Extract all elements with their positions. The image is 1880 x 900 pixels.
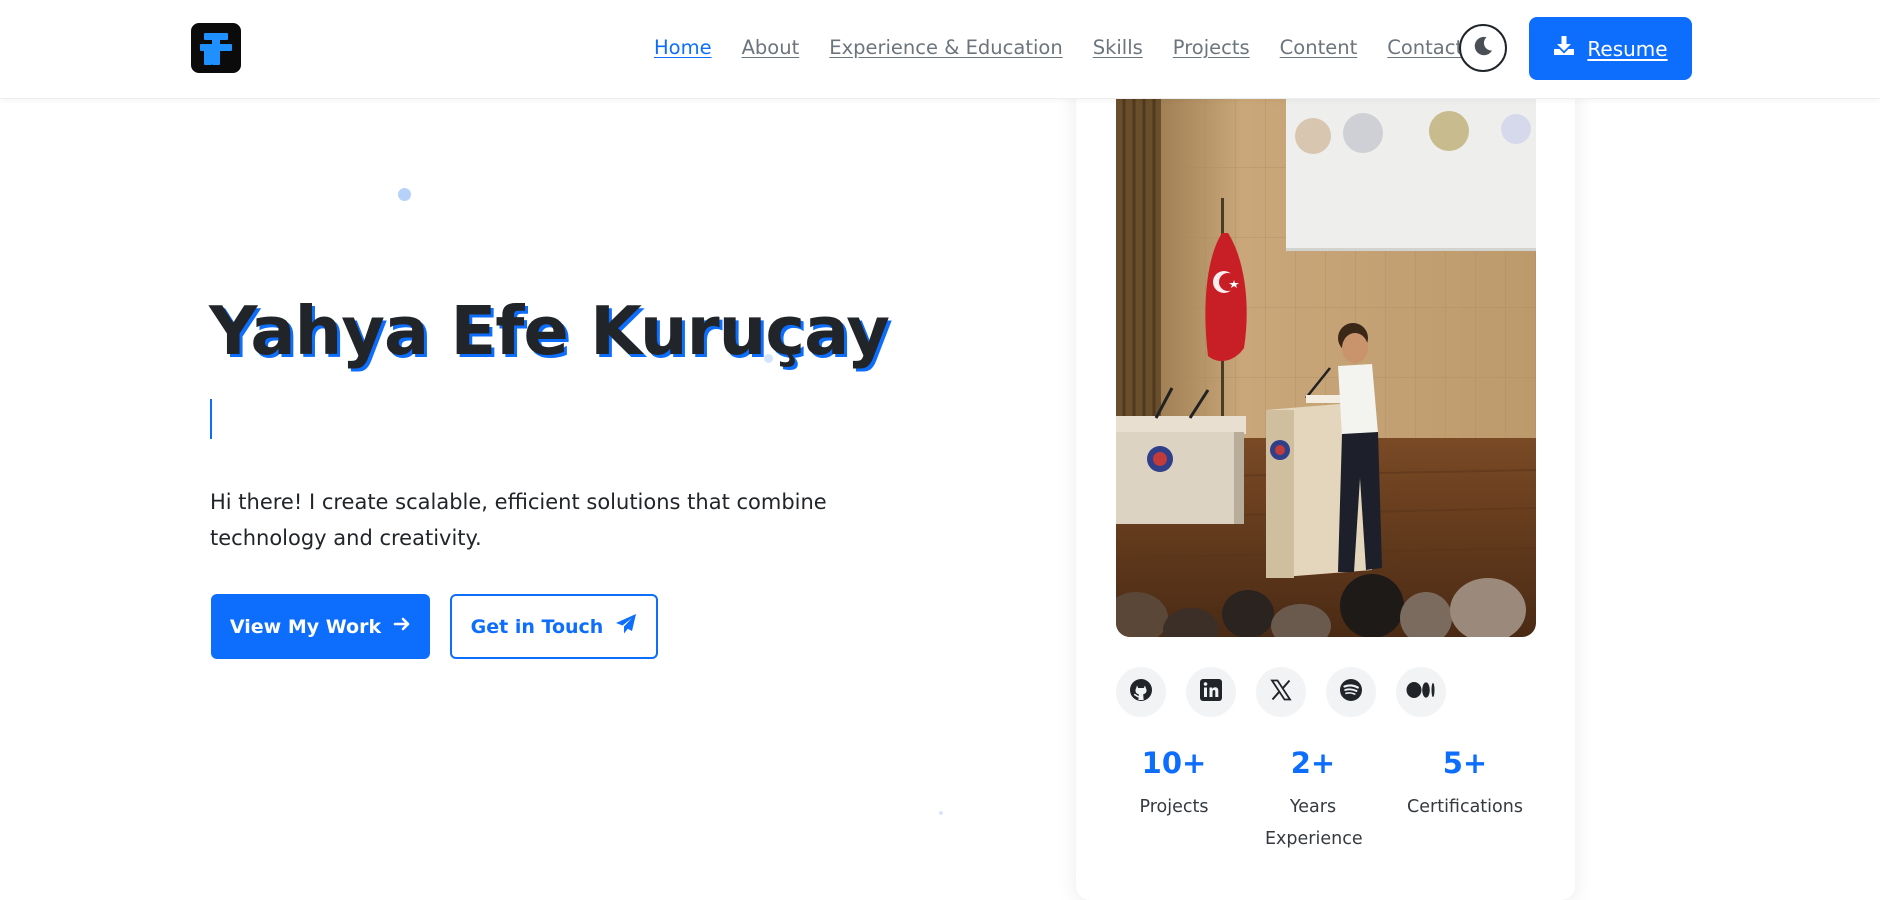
nav-link-content[interactable]: Content bbox=[1280, 36, 1358, 59]
resume-button[interactable]: Resume bbox=[1529, 17, 1692, 80]
spotify-icon bbox=[1338, 677, 1364, 707]
stat-certifications: 5+ Certifications bbox=[1405, 745, 1525, 823]
nav-link-skills[interactable]: Skills bbox=[1093, 36, 1143, 59]
resume-button-label: Resume bbox=[1587, 36, 1668, 61]
spotify-link[interactable] bbox=[1326, 667, 1376, 717]
view-my-work-button[interactable]: View My Work bbox=[211, 594, 430, 659]
hero-description: Hi there! I create scalable, efficient s… bbox=[210, 490, 827, 550]
arrow-right-icon bbox=[393, 615, 411, 638]
nav-link-about[interactable]: About bbox=[742, 36, 800, 59]
nav-links: Home About Experience & Education Skills… bbox=[654, 36, 1493, 59]
paper-plane-icon bbox=[615, 613, 637, 640]
medium-link[interactable] bbox=[1396, 667, 1446, 717]
github-icon bbox=[1128, 677, 1154, 707]
social-links bbox=[1116, 667, 1466, 717]
profile-photo bbox=[1116, 98, 1536, 637]
github-link[interactable] bbox=[1116, 667, 1166, 717]
nav-link-experience-education[interactable]: Experience & Education bbox=[829, 36, 1062, 59]
moon-icon bbox=[1471, 34, 1495, 62]
stat-label: Projects bbox=[1139, 797, 1209, 817]
navbar: Home About Experience & Education Skills… bbox=[0, 0, 1880, 99]
linkedin-link[interactable] bbox=[1186, 667, 1236, 717]
hero-name: Yahya Efe Kuruçay bbox=[209, 292, 890, 370]
stat-years-experience: 2+ Years Experience bbox=[1265, 745, 1363, 855]
nav-link-contact[interactable]: Contact bbox=[1387, 36, 1463, 59]
decorative-dot bbox=[939, 811, 943, 815]
stat-projects: 10+ Projects bbox=[1134, 745, 1214, 823]
theme-toggle-button[interactable] bbox=[1459, 24, 1507, 72]
x-link[interactable] bbox=[1256, 667, 1306, 717]
stat-value: 10+ bbox=[1141, 746, 1207, 780]
typing-cursor bbox=[210, 399, 212, 439]
get-in-touch-label: Get in Touch bbox=[470, 615, 604, 638]
stat-label: Years Experience bbox=[1265, 797, 1363, 849]
fe-logo-icon[interactable] bbox=[191, 23, 241, 73]
stat-label: Certifications bbox=[1407, 797, 1523, 817]
view-my-work-label: View My Work bbox=[229, 615, 382, 638]
stat-value: 2+ bbox=[1290, 746, 1336, 780]
medium-icon bbox=[1406, 679, 1436, 705]
linkedin-icon bbox=[1199, 678, 1223, 706]
download-icon bbox=[1553, 35, 1575, 62]
get-in-touch-button[interactable]: Get in Touch bbox=[450, 594, 658, 659]
x-icon bbox=[1269, 678, 1293, 706]
nav-link-home[interactable]: Home bbox=[654, 36, 712, 59]
stat-value: 5+ bbox=[1442, 746, 1488, 780]
decorative-dot bbox=[398, 188, 411, 201]
nav-link-projects[interactable]: Projects bbox=[1173, 36, 1250, 59]
